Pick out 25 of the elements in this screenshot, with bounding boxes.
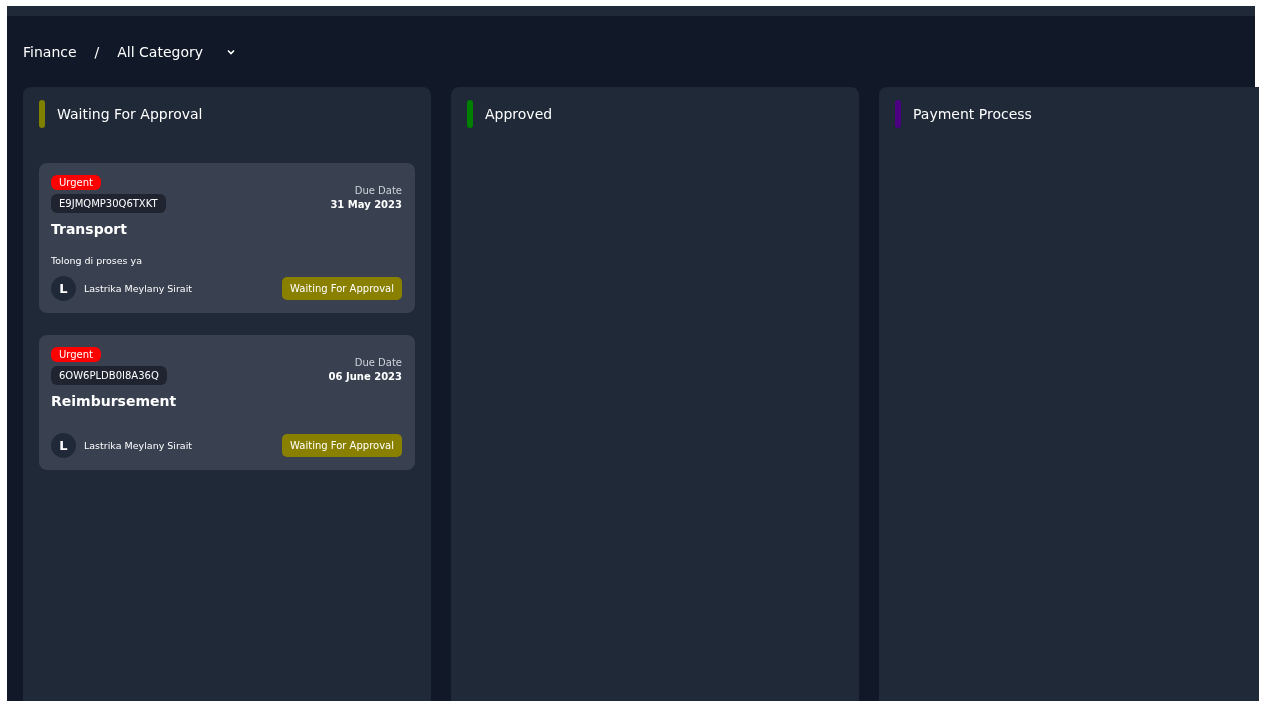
card-title: Reimbursement [51, 393, 178, 409]
column-title: Approved [485, 106, 553, 122]
due-date-label: Due Date [354, 357, 402, 368]
avatar: L [51, 433, 76, 458]
status-button[interactable]: Waiting For Approval [282, 277, 402, 300]
column-title: Waiting For Approval [57, 106, 203, 122]
card-title: Transport [51, 221, 128, 237]
assignee-name: Lastrika Meylany Sirait [84, 283, 193, 294]
request-card[interactable]: Urgent 6OW6PLDB0I8A36Q Due Date 06 June 2023 Reimbursement L Lastrika Meylany Sirait Waiting For Approval [39, 335, 415, 470]
breadcrumb-link[interactable]: Finance [23, 43, 77, 60]
request-code: 6OW6PLDB0I8A36Q [51, 366, 167, 385]
column-title: Payment Process [913, 106, 1032, 122]
due-date: 06 June 2023 [328, 371, 402, 382]
assignee-name: Lastrika Meylany Sirait [84, 440, 193, 451]
breadcrumb-separator: / [94, 43, 100, 60]
request-code: E9JMQMP30Q6TXKT [51, 194, 166, 213]
priority-tag: Urgent [51, 347, 101, 362]
category-dropdown[interactable]: All Category [117, 43, 204, 60]
due-date: 31 May 2023 [330, 199, 402, 210]
card-note: Tolong di proses ya [51, 255, 143, 266]
priority-tag: Urgent [51, 175, 101, 190]
avatar: L [51, 276, 76, 301]
status-button[interactable]: Waiting For Approval [282, 434, 402, 457]
due-date-label: Due Date [354, 185, 402, 196]
request-card[interactable]: Urgent E9JMQMP30Q6TXKT Due Date 31 May 2023 Transport Tolong di proses ya L Lastrika Meylany Sirait Waiting For Approval [39, 163, 415, 313]
